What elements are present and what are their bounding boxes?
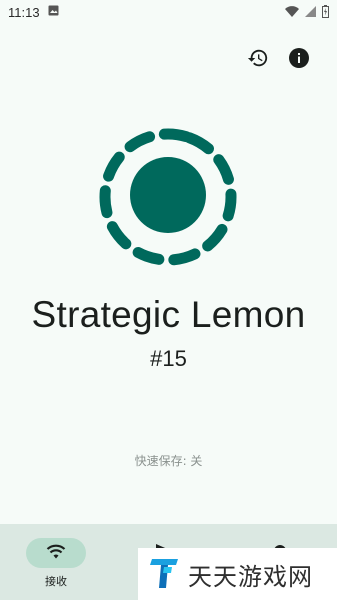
image-icon (48, 5, 59, 19)
status-bar: 11:13 (0, 0, 337, 24)
watermark: 天天游戏网 (138, 548, 337, 600)
app-logo (95, 124, 241, 270)
info-icon (289, 48, 309, 72)
top-actions (246, 48, 311, 72)
device-name: Strategic Lemon (31, 294, 306, 335)
status-time: 11:13 (8, 4, 40, 20)
nav-item-receive[interactable]: 接收 (16, 538, 96, 589)
battery-icon (322, 5, 329, 21)
watermark-text: 天天游戏网 (188, 562, 313, 591)
quick-save-status[interactable]: 快速保存: 关 (0, 452, 337, 469)
history-icon (247, 47, 269, 73)
device-number: #15 (150, 346, 187, 371)
signal-icon (305, 6, 316, 20)
nav-active-indicator (26, 538, 86, 568)
nav-item-label: 接收 (45, 575, 67, 588)
tt-logo-icon (150, 555, 180, 593)
history-button[interactable] (246, 48, 270, 72)
wifi-icon (285, 6, 299, 20)
info-button[interactable] (287, 48, 311, 72)
wifi-icon (46, 543, 66, 563)
